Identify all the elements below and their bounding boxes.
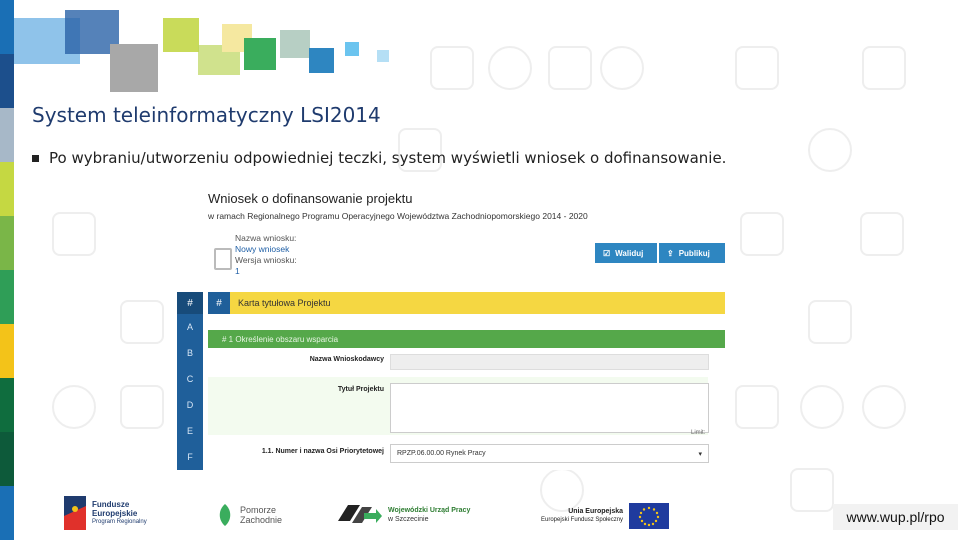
document-icon <box>214 248 232 270</box>
name-label: Nazwa wniosku: <box>235 233 297 243</box>
section-sidebar: # A B C D E F <box>177 292 203 470</box>
limit-text: Limit: <box>691 430 706 436</box>
leaf-logo-icon <box>219 504 231 526</box>
strip-segment <box>0 0 14 54</box>
slide-title: System teleinformatyczny LSI2014 <box>32 103 381 127</box>
project-title-label: Tytuł Projektu <box>337 386 384 393</box>
application-meta: Nazwa wniosku: Nowy wniosek Wersja wnios… <box>235 233 297 277</box>
left-color-strip <box>0 0 14 540</box>
title-card-header[interactable]: Karta tytułowa Projektu <box>230 292 725 314</box>
strip-segment <box>0 324 14 378</box>
sidebar-item-b[interactable]: B <box>177 340 203 366</box>
decor-square <box>309 48 334 73</box>
decor-square <box>163 18 199 52</box>
validate-label: Waliduj <box>615 248 644 258</box>
decor-square <box>377 50 389 62</box>
wup-line1: Wojewódzki Urząd Pracy <box>388 507 471 514</box>
eu-logo: Unia Europejska Europejski Fundusz Społe… <box>541 503 670 529</box>
leaf-bg-icon <box>808 128 852 172</box>
wup-arrow-icon <box>338 505 382 523</box>
train-bg-icon <box>52 212 96 256</box>
strip-segment <box>0 108 14 162</box>
strip-segment <box>0 486 14 540</box>
fe-flag-icon <box>64 496 86 530</box>
share-icon: ⇪ <box>667 248 674 258</box>
form-subtitle: w ramach Regionalnego Programu Operacyjn… <box>208 211 588 221</box>
strip-segment <box>0 378 14 432</box>
hand-bg-icon <box>548 46 592 90</box>
strip-segment <box>0 216 14 270</box>
decor-square <box>244 38 276 70</box>
eu-line1: Unia Europejska <box>568 508 624 515</box>
applicant-label: Nazwa Wnioskodawcy <box>309 356 384 363</box>
project-title-textarea[interactable] <box>390 383 709 433</box>
sidebar-item-a[interactable]: A <box>177 314 203 340</box>
section-header: # 1 Określenie obszaru wsparcia <box>208 330 725 348</box>
decor-square <box>345 42 359 56</box>
fence-bg-icon <box>120 300 164 344</box>
wup-line2: w Szczecinie <box>388 516 429 523</box>
priority-select[interactable]: RPZP.06.00.00 Rynek Pracy ▾ <box>390 444 709 463</box>
bullet-square-icon <box>32 155 39 162</box>
validate-button[interactable]: ☑ Waliduj <box>595 243 657 263</box>
priority-value: RPZP.06.00.00 Rynek Pracy <box>397 450 486 457</box>
strip-segment <box>0 54 14 108</box>
card-hash: # <box>208 292 230 314</box>
leaf-bg-icon <box>600 46 644 90</box>
bullet-text: Po wybraniu/utworzeniu odpowiedniej tecz… <box>49 149 727 167</box>
dropdown-arrow-icon: ▾ <box>698 450 702 458</box>
fence-bg-icon <box>790 468 834 512</box>
decor-square <box>280 30 310 58</box>
pomorze-logo: Pomorze Zachodnie <box>216 502 282 528</box>
tree-bg-icon <box>430 46 474 90</box>
bullet-point: Po wybraniu/utworzeniu odpowiedniej tecz… <box>32 149 726 167</box>
turbine-bg-icon <box>52 385 96 429</box>
version-label: Wersja wniosku: <box>235 255 297 265</box>
pomorze-line2: Zachodnie <box>240 515 283 525</box>
chat-bg-icon <box>808 300 852 344</box>
strip-segment <box>0 432 14 486</box>
hand-bg-icon <box>740 212 784 256</box>
application-form-screenshot: Wniosek o dofinansowanie projektu w rama… <box>177 186 727 470</box>
strip-segment <box>0 270 14 324</box>
version-value: 1 <box>235 266 240 276</box>
decor-square <box>110 44 158 92</box>
form-title: Wniosek o dofinansowanie projektu <box>208 191 413 206</box>
hand-bg-icon <box>120 385 164 429</box>
website-url[interactable]: www.wup.pl/rpo <box>833 504 958 530</box>
sidebar-item-d[interactable]: D <box>177 392 203 418</box>
fe-line2: Europejskie <box>92 508 138 518</box>
sidebar-item-e[interactable]: E <box>177 418 203 444</box>
chat-bg-icon <box>862 46 906 90</box>
applicant-input[interactable] <box>390 354 709 370</box>
fe-logo: Fundusze Europejskie Program Regionalny <box>64 496 147 530</box>
turbine-bg-icon <box>488 46 532 90</box>
sidebar-item-c[interactable]: C <box>177 366 203 392</box>
train-bg-icon <box>735 46 779 90</box>
fe-line1: Fundusze <box>92 499 130 509</box>
sidebar-item-f[interactable]: F <box>177 444 203 470</box>
eu-line2: Europejski Fundusz Społeczny <box>541 517 624 523</box>
atom-bg-icon <box>862 385 906 429</box>
wup-logo: Wojewódzki Urząd Pracy w Szczecinie <box>338 503 470 527</box>
name-value: Nowy wniosek <box>235 244 290 254</box>
board-bg-icon <box>735 385 779 429</box>
check-icon: ☑ <box>603 248 611 258</box>
priority-label: 1.1. Numer i nazwa Osi Priorytetowej <box>261 448 384 455</box>
strip-segment <box>0 162 14 216</box>
bulb-bg-icon <box>800 385 844 429</box>
sidebar-hash[interactable]: # <box>177 292 203 314</box>
eu-flag-icon <box>629 503 670 529</box>
fe-line3: Program Regionalny <box>92 518 147 525</box>
publish-label: Publikuj <box>678 248 710 258</box>
publish-button[interactable]: ⇪ Publikuj <box>659 243 725 263</box>
fence-bg-icon <box>860 212 904 256</box>
pomorze-line1: Pomorze <box>240 505 277 515</box>
